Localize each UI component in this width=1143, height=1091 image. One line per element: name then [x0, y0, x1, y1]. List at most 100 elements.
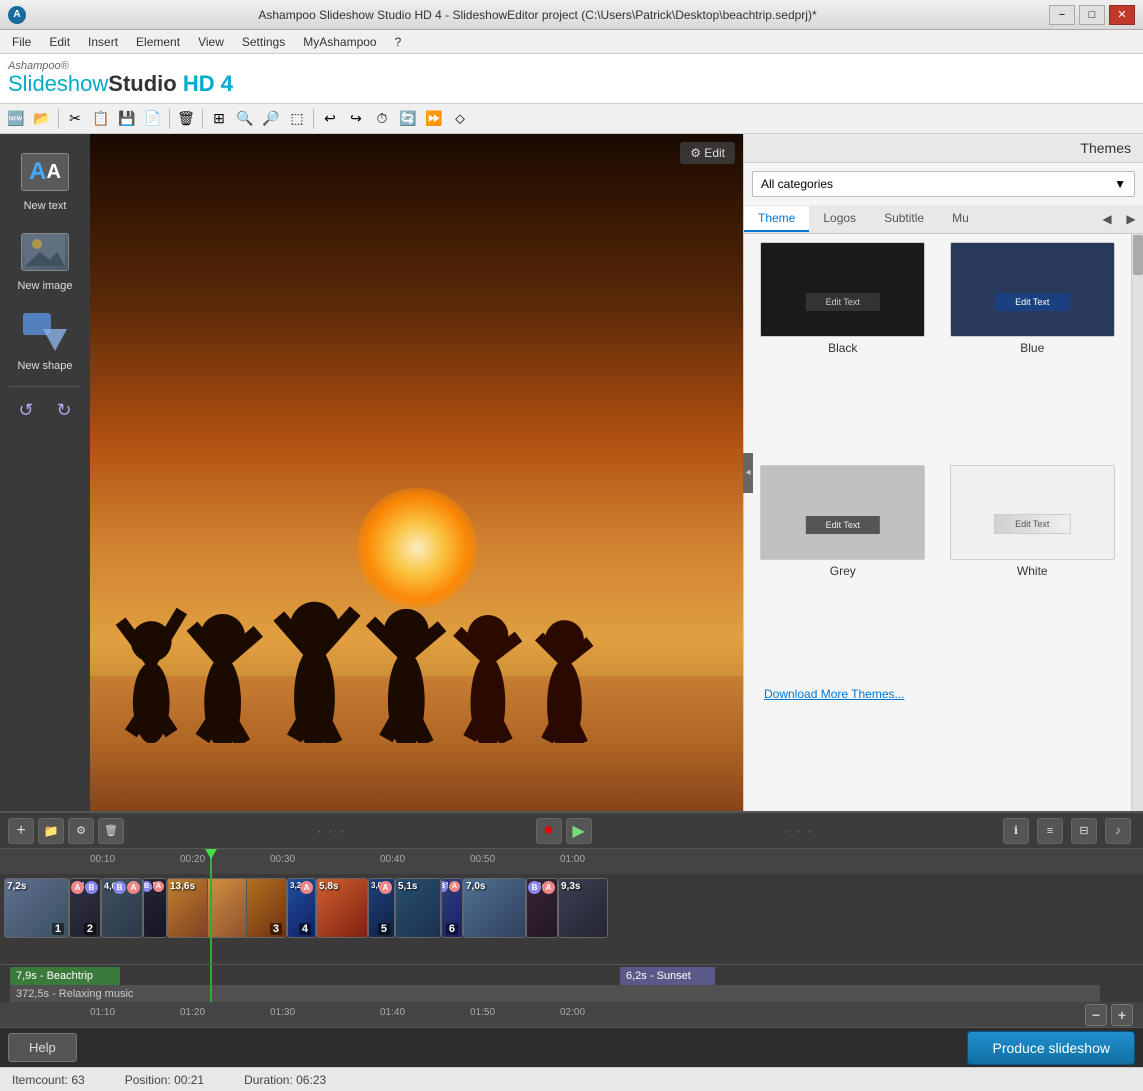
arrow-icon[interactable]: ↩: [318, 107, 342, 131]
arrow2-icon[interactable]: ↪: [344, 107, 368, 131]
toolbar: 🆕 📂 ✂ 📋 💾 📄 🗑 ⊞ 🔍 🔎 ⬚ ↩ ↪ ⏱ 🔄 ⏩ ⬦: [0, 104, 1143, 134]
brand-studio: Studio: [108, 71, 176, 96]
menu-settings[interactable]: Settings: [234, 33, 293, 51]
clip-8-badge: A: [379, 881, 392, 894]
clip-8[interactable]: 3,0s A 5: [368, 878, 395, 938]
clip-1-duration: 7,2s: [7, 881, 26, 892]
themes-dropdown[interactable]: All categories ▼: [752, 171, 1135, 197]
menu-myashampoo[interactable]: MyAshampoo: [295, 33, 384, 51]
tab-music[interactable]: Mu: [938, 206, 983, 232]
copy-icon[interactable]: 📋: [89, 107, 113, 131]
collapse-panel-button[interactable]: ◂: [743, 453, 753, 493]
clip-7[interactable]: 5,8s: [316, 878, 368, 938]
clip-12[interactable]: 3,6s B A: [526, 878, 558, 938]
playhead[interactable]: [210, 849, 212, 874]
menu-element[interactable]: Element: [128, 33, 188, 51]
maximize-button[interactable]: □: [1079, 5, 1105, 25]
open-icon[interactable]: 📂: [30, 107, 54, 131]
theme-item-blue[interactable]: Edit Text Blue: [942, 242, 1124, 457]
add-clip-button[interactable]: +: [8, 818, 34, 844]
zoom-select-icon[interactable]: ⬚: [285, 107, 309, 131]
settings-button[interactable]: ⚙: [68, 818, 94, 844]
delete-clip-button[interactable]: 🗑: [98, 818, 124, 844]
clip-1[interactable]: 7,2s 1: [4, 878, 69, 938]
zoom-in-icon[interactable]: 🔍: [233, 107, 257, 131]
toolbar-separator-1: [58, 109, 59, 129]
theme-item-black[interactable]: Edit Text Black: [752, 242, 934, 457]
clip-10[interactable]: 2,5s B A 6: [441, 878, 463, 938]
tab-theme[interactable]: Theme: [744, 206, 809, 232]
record-button[interactable]: ⏺: [536, 818, 562, 844]
clip-2[interactable]: 3,4s A B 2: [69, 878, 101, 938]
clip-11[interactable]: 7,0s: [463, 878, 526, 938]
new-project-icon[interactable]: 🆕: [4, 107, 28, 131]
play-button[interactable]: ▶: [566, 818, 592, 844]
clip-13[interactable]: 9,3s: [558, 878, 608, 938]
new-shape-tool[interactable]: New shape: [8, 302, 83, 378]
clip-3[interactable]: 4,6s B A: [101, 878, 143, 938]
zoom-out-icon[interactable]: 🔎: [259, 107, 283, 131]
edit-button[interactable]: ⚙ Edit: [680, 142, 735, 164]
zoom-out-button[interactable]: −: [1085, 1004, 1107, 1026]
tab-subtitle[interactable]: Subtitle: [870, 206, 938, 232]
clip-6[interactable]: 3,2s A 4: [287, 878, 316, 938]
minimize-button[interactable]: −: [1049, 5, 1075, 25]
new-shape-label: New shape: [17, 360, 72, 372]
download-more-link[interactable]: Download More Themes...: [752, 681, 917, 707]
clip-2-badges: A B: [71, 881, 98, 894]
import-button[interactable]: 📁: [38, 818, 64, 844]
theme-item-grey[interactable]: Edit Text Grey: [752, 465, 934, 680]
loop-icon[interactable]: 🔄: [396, 107, 420, 131]
new-image-tool[interactable]: New image: [8, 222, 83, 298]
close-button[interactable]: ✕: [1109, 5, 1135, 25]
save-icon[interactable]: 💾: [115, 107, 139, 131]
timeline-right-controls: ℹ ≡ ⊟ ♪: [1003, 818, 1135, 844]
tab-logos[interactable]: Logos: [809, 206, 870, 232]
timer-icon[interactable]: ⏱: [370, 107, 394, 131]
theme-item-white[interactable]: Edit Text White: [942, 465, 1124, 680]
new-text-tool[interactable]: AA New text: [8, 142, 83, 218]
rotate-left-button[interactable]: ↺: [11, 395, 41, 425]
theme-name-black: Black: [828, 341, 857, 355]
theme-tab-next[interactable]: ▶: [1119, 205, 1143, 233]
clip-6-num: 4: [299, 923, 311, 935]
toolbar-separator-2: [169, 109, 170, 129]
theme-tab-nav: ◀ ▶: [1095, 205, 1143, 233]
theme-tab-prev[interactable]: ◀: [1095, 205, 1119, 233]
transition-icon[interactable]: ⬦: [448, 107, 472, 131]
info-button[interactable]: ℹ: [1003, 818, 1029, 844]
menu-view[interactable]: View: [190, 33, 232, 51]
forward-icon[interactable]: ⏩: [422, 107, 446, 131]
layers-button[interactable]: ≡: [1037, 818, 1063, 844]
menu-bar: File Edit Insert Element View Settings M…: [0, 30, 1143, 54]
status-position: Position: 00:21: [125, 1073, 204, 1087]
zoom-controls: − +: [1085, 1002, 1133, 1027]
themes-scroll-thumb[interactable]: [1133, 235, 1143, 275]
timeline-ruler: 00:10 00:20 00:30 00:40 00:50 01:00: [0, 849, 1143, 874]
zoom-in-button[interactable]: +: [1111, 1004, 1133, 1026]
clip-9[interactable]: 5,1s: [395, 878, 441, 938]
zoom-fit-icon[interactable]: ⊞: [207, 107, 231, 131]
left-sidebar: AA New text New image: [0, 134, 90, 811]
clip-5[interactable]: 13,6s 3 13,6s 3: [167, 878, 287, 938]
music-button[interactable]: ♪: [1105, 818, 1131, 844]
help-button[interactable]: Help: [8, 1033, 77, 1062]
themes-scrollbar[interactable]: [1131, 234, 1143, 811]
clip-7-duration: 5,8s: [319, 881, 338, 892]
produce-slideshow-button[interactable]: Produce slideshow: [967, 1031, 1135, 1065]
cut-icon[interactable]: ✂: [63, 107, 87, 131]
rotate-right-button[interactable]: ↻: [49, 395, 79, 425]
title-bar: A Ashampoo Slideshow Studio HD 4 - Slide…: [0, 0, 1143, 30]
view-button[interactable]: ⊟: [1071, 818, 1097, 844]
new-image-icon: [21, 228, 69, 276]
clip-4[interactable]: 2,5s B A: [143, 878, 167, 938]
brand-name: SlideshowStudio HD 4: [8, 72, 233, 96]
menu-file[interactable]: File: [4, 33, 39, 51]
menu-edit[interactable]: Edit: [41, 33, 78, 51]
text-icon-box: AA: [21, 153, 69, 191]
delete-icon[interactable]: 🗑: [174, 107, 198, 131]
save-as-icon[interactable]: 📄: [141, 107, 165, 131]
menu-insert[interactable]: Insert: [80, 33, 126, 51]
menu-help[interactable]: ?: [387, 33, 410, 51]
bottom-bar: Help Produce slideshow: [0, 1027, 1143, 1067]
